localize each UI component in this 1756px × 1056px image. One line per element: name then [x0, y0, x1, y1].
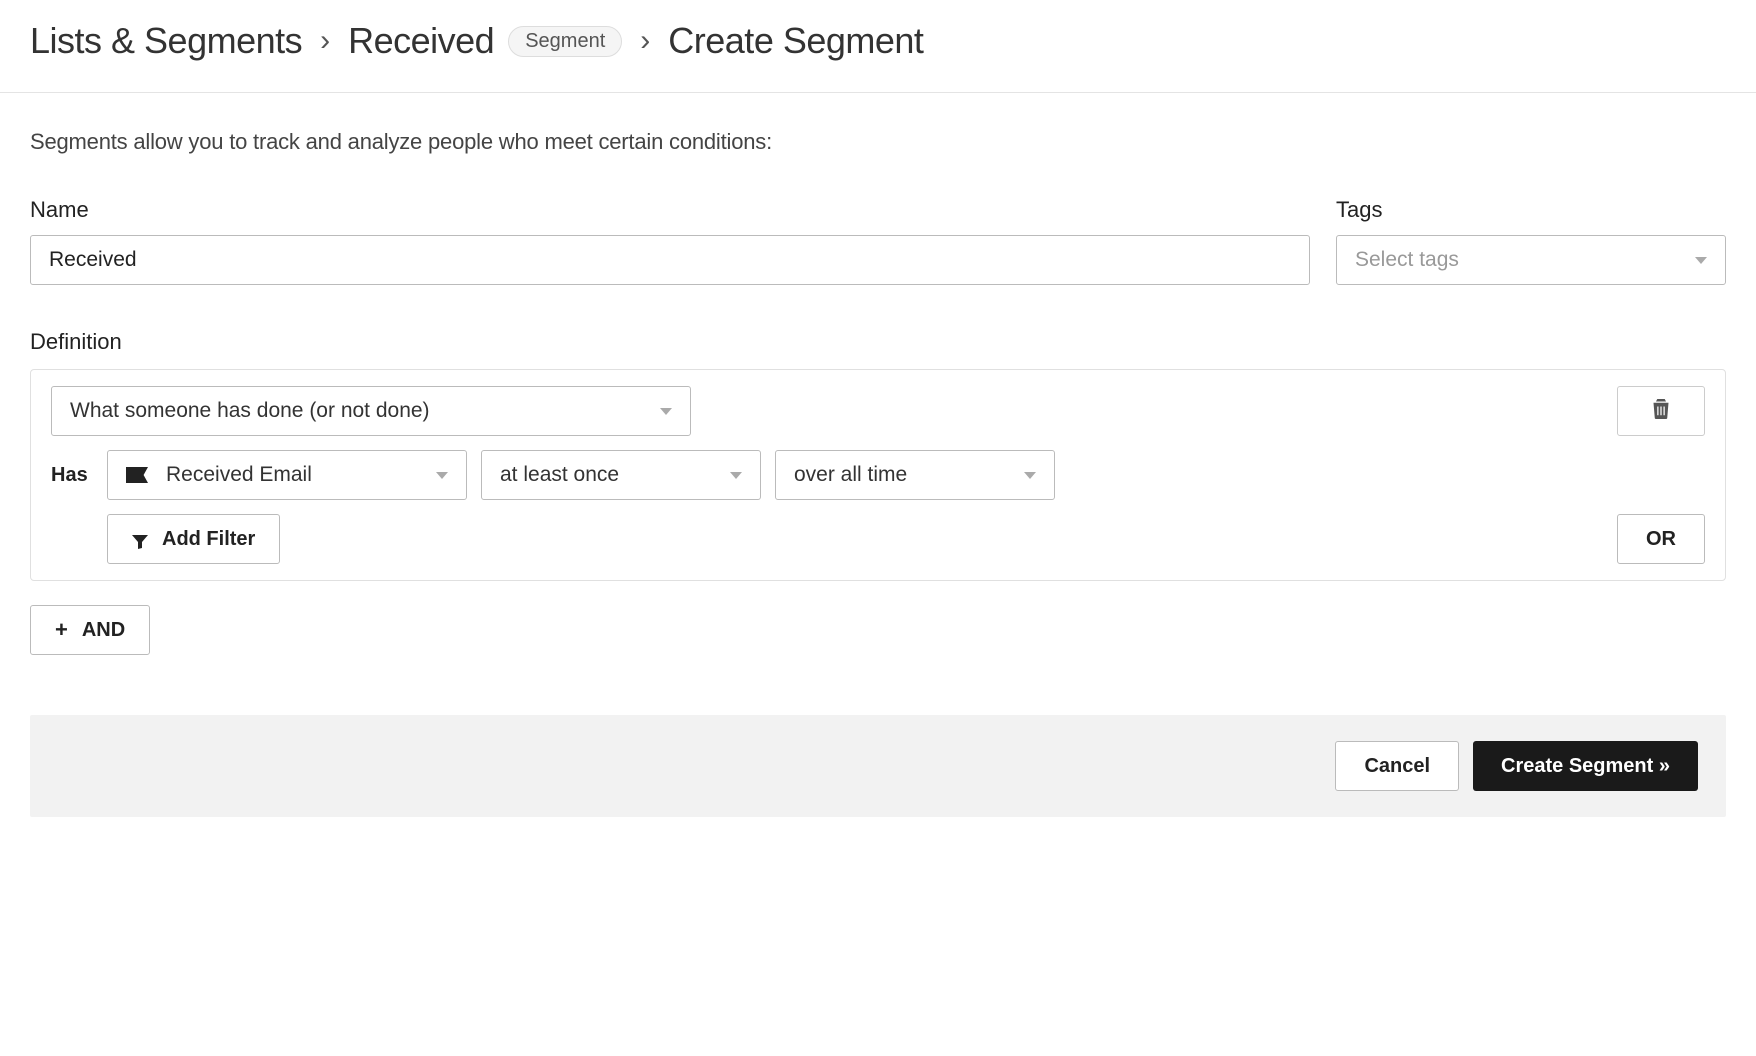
definition-card: What someone has done (or not done) Has …	[30, 369, 1726, 581]
chevron-right-icon: ›	[320, 24, 330, 58]
definition-label: Definition	[30, 329, 1726, 355]
timeframe-select[interactable]: over all time	[775, 450, 1055, 500]
caret-down-icon	[1695, 257, 1707, 264]
breadcrumb-item[interactable]: Received	[348, 20, 494, 62]
and-label: AND	[82, 619, 125, 642]
and-button[interactable]: + AND	[30, 605, 150, 655]
plus-icon: +	[55, 619, 68, 641]
or-button[interactable]: OR	[1617, 514, 1705, 564]
footer-actions: Cancel Create Segment »	[30, 715, 1726, 817]
caret-down-icon	[660, 408, 672, 415]
trash-icon	[1652, 399, 1670, 424]
caret-down-icon	[1024, 472, 1036, 479]
has-label: Has	[51, 464, 93, 487]
or-label: OR	[1646, 528, 1676, 551]
event-select[interactable]: Received Email	[107, 450, 467, 500]
event-value: Received Email	[166, 463, 312, 487]
condition-type-value: What someone has done (or not done)	[70, 399, 430, 423]
create-segment-label: Create Segment »	[1501, 755, 1670, 778]
breadcrumb: Lists & Segments › Received Segment › Cr…	[30, 20, 1726, 92]
breadcrumb-root[interactable]: Lists & Segments	[30, 20, 302, 62]
tags-label: Tags	[1336, 197, 1726, 223]
condition-type-select[interactable]: What someone has done (or not done)	[51, 386, 691, 436]
cancel-button[interactable]: Cancel	[1335, 741, 1459, 791]
name-input[interactable]	[30, 235, 1310, 285]
caret-down-icon	[436, 472, 448, 479]
filter-icon	[132, 532, 148, 546]
add-filter-button[interactable]: Add Filter	[107, 514, 280, 564]
tags-select[interactable]: Select tags	[1336, 235, 1726, 285]
name-label: Name	[30, 197, 1310, 223]
caret-down-icon	[730, 472, 742, 479]
chevron-right-icon: ›	[640, 24, 650, 58]
flag-icon	[126, 467, 148, 483]
segment-badge: Segment	[508, 26, 622, 57]
divider	[0, 92, 1756, 93]
create-segment-button[interactable]: Create Segment »	[1473, 741, 1698, 791]
delete-condition-button[interactable]	[1617, 386, 1705, 436]
timeframe-value: over all time	[794, 463, 907, 487]
page-description: Segments allow you to track and analyze …	[30, 129, 1726, 155]
frequency-select[interactable]: at least once	[481, 450, 761, 500]
tags-placeholder: Select tags	[1355, 248, 1459, 272]
add-filter-label: Add Filter	[162, 528, 255, 551]
cancel-label: Cancel	[1364, 755, 1430, 778]
frequency-value: at least once	[500, 463, 619, 487]
breadcrumb-current: Create Segment	[668, 20, 923, 62]
